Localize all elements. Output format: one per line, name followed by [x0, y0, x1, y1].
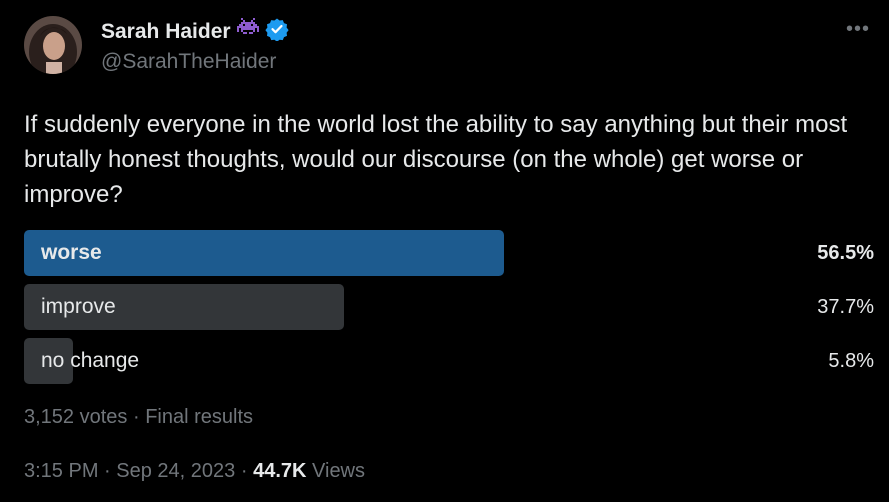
more-options-icon[interactable]: •••	[846, 18, 870, 41]
poll-option-percent: 37.7%	[817, 296, 874, 318]
poll-option: worse 56.5%	[24, 230, 874, 276]
poll-option: improve 37.7%	[24, 284, 874, 330]
views-count[interactable]: 44.7K	[253, 460, 306, 482]
poll-summary: 3,152 votes · Final results	[24, 406, 253, 429]
poll-option-label: improve	[41, 295, 116, 318]
poll-vote-count[interactable]: 3,152 votes	[24, 406, 127, 428]
avatar[interactable]	[24, 16, 82, 74]
tweet-text: If suddenly everyone in the world lost t…	[24, 111, 848, 208]
verified-badge-icon[interactable]	[264, 17, 289, 46]
poll-option-percent: 56.5%	[817, 242, 874, 264]
author-handle[interactable]: @SarahTheHaider	[101, 50, 276, 74]
poll-option: no change 5.8%	[24, 338, 874, 384]
tweet-time[interactable]: 3:15 PM	[24, 460, 98, 482]
author-name-row: Sarah Haider	[101, 17, 289, 46]
separator-dot: ·	[240, 460, 248, 482]
separator-dot: ·	[104, 460, 111, 482]
poll-option-percent: 5.8%	[828, 350, 874, 372]
poll-option-label: worse	[41, 241, 102, 264]
author-display-name[interactable]: Sarah Haider	[101, 20, 231, 44]
poll-option-label: no change	[41, 349, 140, 372]
tweet-date[interactable]: Sep 24, 2023	[116, 460, 235, 482]
poll-status: Final results	[145, 406, 254, 428]
separator-dot: ·	[132, 406, 140, 428]
tweet-meta: 3:15 PM · Sep 24, 2023 · 44.7K Views	[24, 460, 365, 483]
avatar-image	[24, 16, 82, 74]
views-label: Views	[312, 460, 366, 482]
space-invader-icon	[236, 18, 259, 45]
